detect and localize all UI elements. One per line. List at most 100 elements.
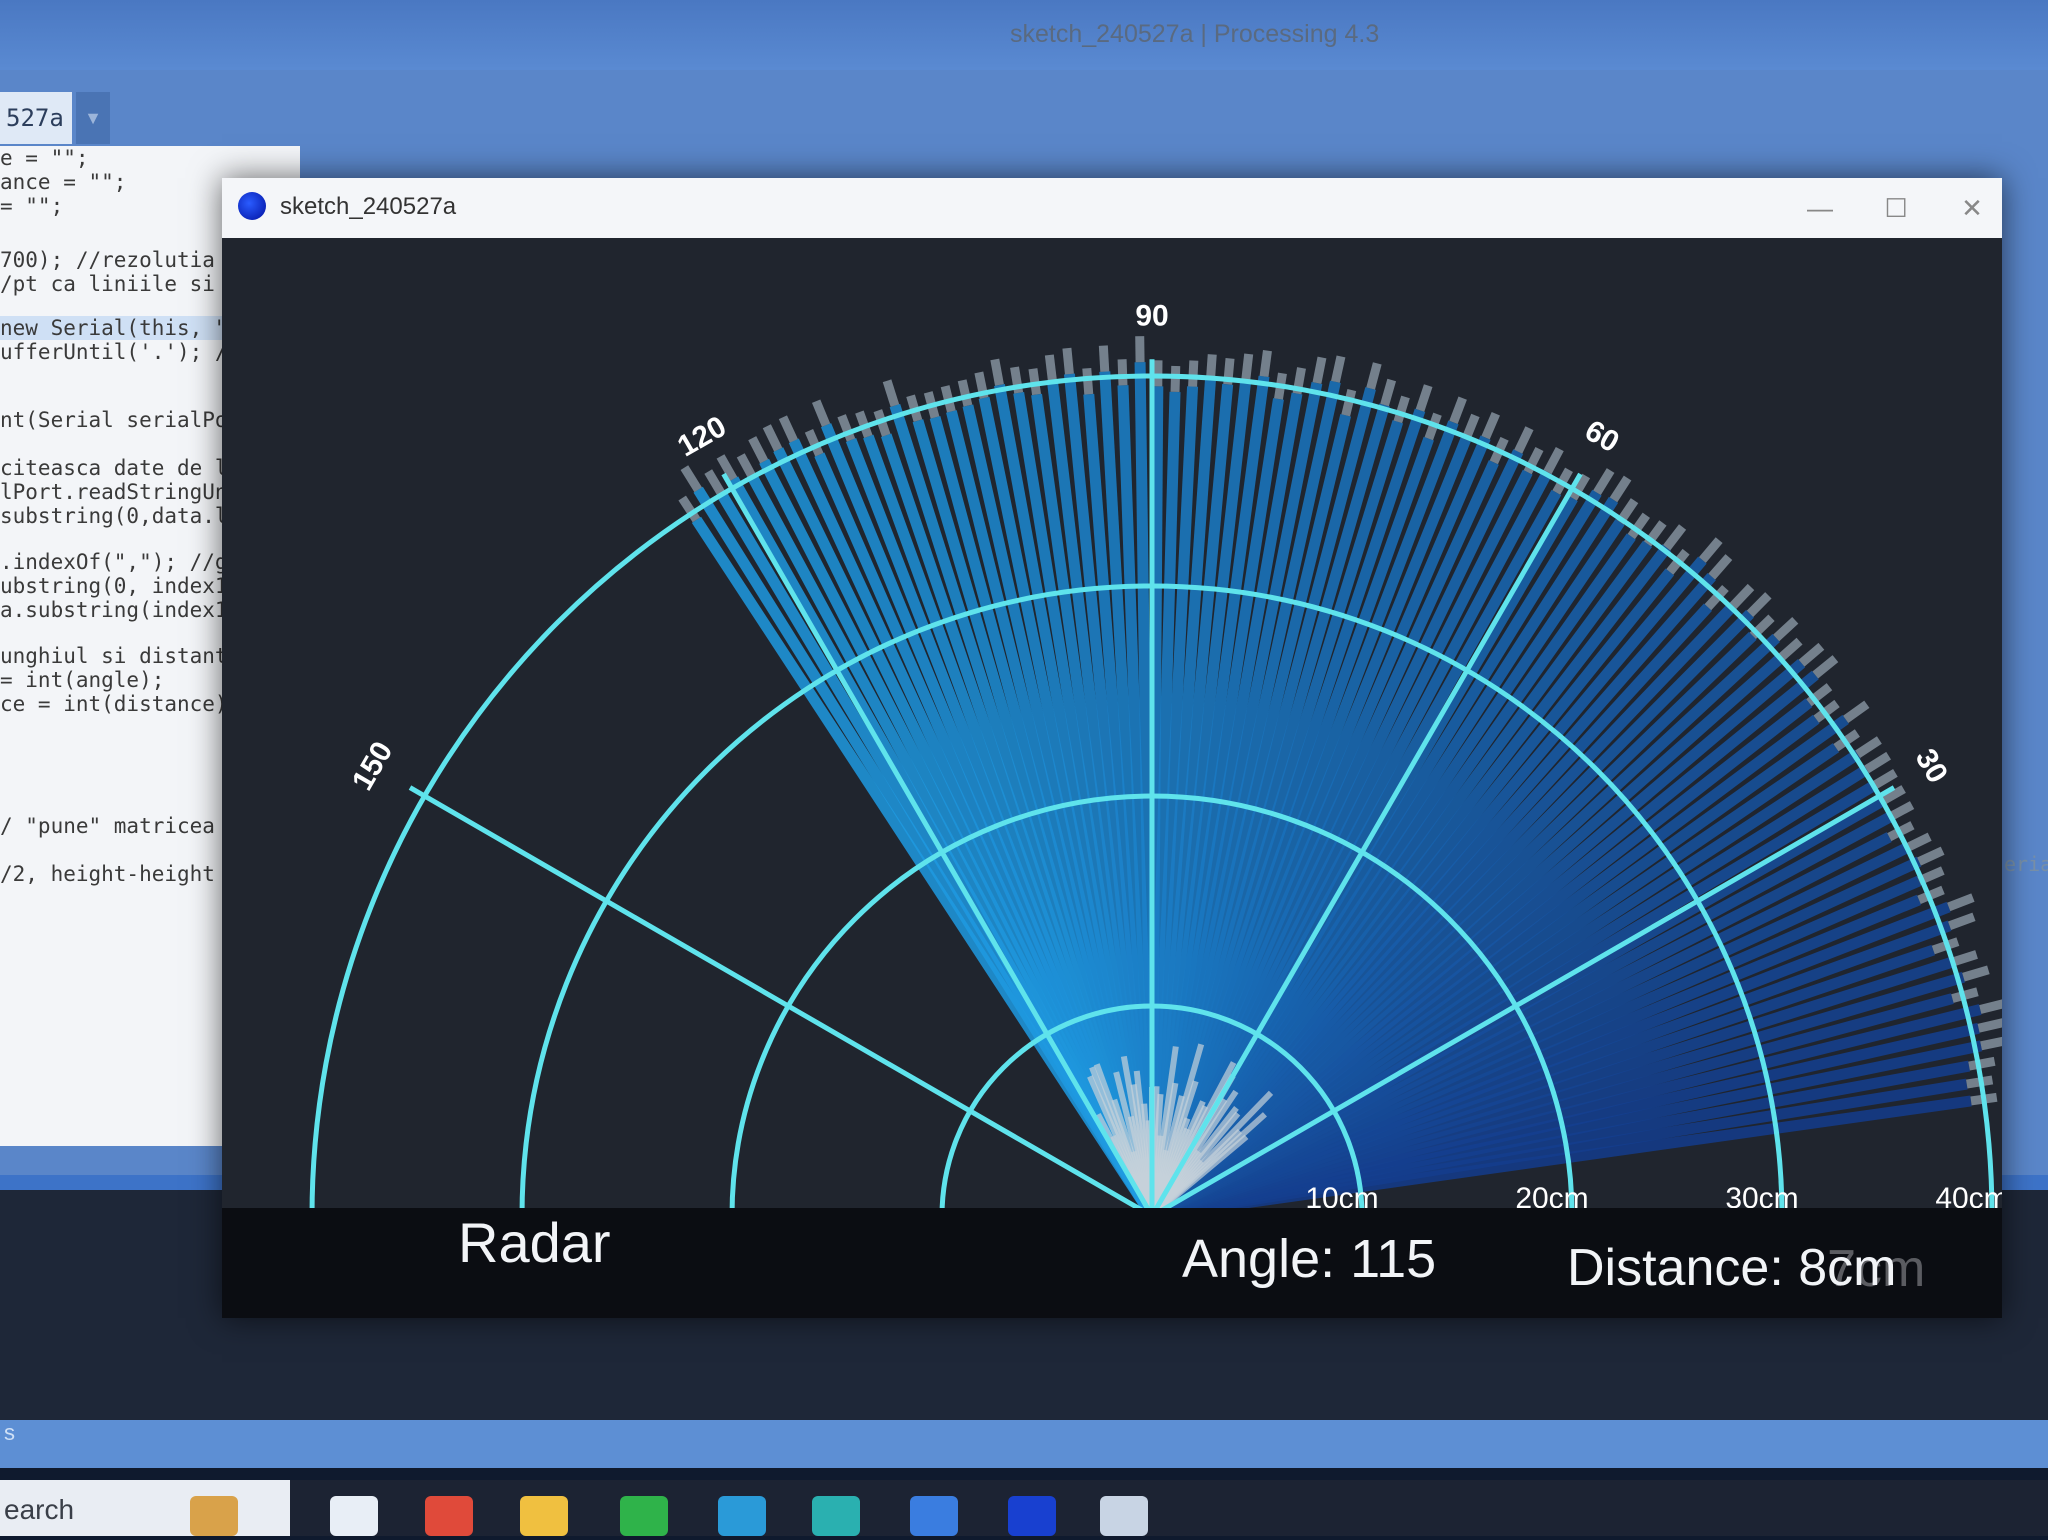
angle-label: 60	[1579, 414, 1624, 459]
sweep-tip	[1858, 740, 1880, 754]
code-line: nt(Serial serialPort	[0, 408, 253, 432]
ide-side-text: eria	[2004, 852, 2048, 876]
sweep-tip	[1175, 366, 1176, 392]
sweep-tip	[1548, 449, 1560, 472]
minimize-button[interactable]: —	[1790, 186, 1850, 230]
sweep-tip	[1979, 1022, 2002, 1028]
radar-display: 30609012015010cm20cm30cm40cm	[222, 238, 2002, 1318]
sweep-tip	[752, 438, 764, 461]
code-line: a.substring(index1+	[0, 598, 240, 622]
sweep-tip	[783, 417, 794, 441]
sweep-tip	[1122, 359, 1123, 385]
sweep-tip	[1103, 346, 1104, 372]
code-line: ubstring(0, index1)	[0, 574, 240, 598]
edge-icon[interactable]	[718, 1496, 766, 1536]
code-line: /2, height-height	[0, 862, 215, 886]
sweep-tip	[1846, 704, 1867, 719]
sweep-tip	[1335, 356, 1341, 381]
radar-canvas: 30609012015010cm20cm30cm40cm Radar Angle…	[222, 238, 2002, 1318]
sweep-tip	[1317, 358, 1322, 384]
distance-unit-stack: cm7cm	[1827, 1239, 1896, 1297]
sweep-tip	[1264, 351, 1267, 377]
sweep-tip	[1981, 1041, 2002, 1046]
angle-label: 30	[1909, 743, 1954, 788]
sweep-tip	[1453, 398, 1462, 422]
sweep-tip	[1873, 773, 1895, 786]
sweep-tip	[684, 468, 698, 490]
arduino-icon[interactable]	[812, 1496, 860, 1536]
close-button[interactable]: ✕	[1942, 186, 2002, 230]
sketch-window-title: sketch_240527a	[280, 193, 456, 221]
processing-logo-icon	[238, 192, 266, 220]
ide-window-title: sketch_240527a | Processing 4.3	[1010, 20, 1379, 49]
sweep-tip	[1906, 837, 1929, 848]
sweep-tip	[1950, 917, 1974, 926]
sweep-tip	[1614, 478, 1628, 500]
sweep-tip	[1049, 355, 1052, 381]
code-line: ance = "";	[0, 170, 126, 194]
whatsapp-icon[interactable]	[620, 1496, 668, 1536]
processing-icon[interactable]	[1008, 1496, 1056, 1536]
distance-ghost-text: 7cm	[1827, 1239, 1925, 1299]
code-line: e = "";	[0, 146, 89, 170]
sweep-tip	[1815, 659, 1835, 675]
code-line: / "pune" matricea	[0, 814, 215, 838]
chrome-icon[interactable]	[425, 1496, 473, 1536]
sweep-tip	[1087, 368, 1089, 394]
sweep-tip	[1420, 386, 1428, 411]
code-line: = int(angle);	[0, 668, 164, 692]
sweep-tip	[1371, 363, 1378, 388]
code-line: substring(0,data.len	[0, 504, 253, 528]
angle-readout: Angle: 115	[1182, 1228, 1436, 1290]
sweep-tip	[1518, 428, 1529, 451]
sweep-tip	[1802, 646, 1822, 663]
code-line: citeasca date de la	[0, 456, 240, 480]
sweep-tip	[1733, 587, 1751, 606]
sketch-window: sketch_240527a — ☐ ✕ 30609012015010cm20c…	[222, 178, 2002, 1318]
angle-label: 90	[1135, 300, 1168, 333]
code-line: = "";	[0, 194, 63, 218]
sweep-tip	[1667, 527, 1683, 548]
code-line: new Serial(this, "CO	[0, 316, 253, 340]
sweep-tip	[1193, 361, 1194, 387]
sweep-tip	[1712, 557, 1729, 577]
sweep-tip	[1597, 471, 1611, 493]
tab-dropdown-icon[interactable]: ▼	[76, 92, 110, 144]
ide-titlebar: sketch_240527a | Processing 4.3	[0, 0, 2048, 70]
distance-value: Distance: 8	[1567, 1239, 1827, 1297]
sweep-tip	[1952, 954, 1977, 962]
sweep-tip	[1949, 898, 1973, 907]
sweep-tip	[1750, 595, 1768, 613]
file-explorer-icon[interactable]	[520, 1496, 568, 1536]
sweep-tip	[887, 381, 895, 406]
code-line: .indexOf(","); //ga	[0, 550, 240, 574]
angle-label: 150	[346, 736, 400, 796]
sweep-tip	[1246, 354, 1249, 380]
app-window-icon[interactable]	[1100, 1496, 1148, 1536]
editor-tab[interactable]: 527a	[0, 92, 72, 144]
sketch-titlebar[interactable]: sketch_240527a — ☐ ✕	[222, 178, 2002, 239]
sweep-tip	[1486, 414, 1496, 438]
app-icon[interactable]	[910, 1496, 958, 1536]
distance-readout: Distance: 8cm7cm	[1567, 1238, 1896, 1298]
weather-icon[interactable]	[190, 1496, 238, 1536]
sweep-tip	[1385, 380, 1392, 405]
radar-title: Radar	[458, 1210, 611, 1275]
code-line: lPort.readStringUnti	[0, 480, 253, 504]
sweep-tip	[1867, 756, 1889, 770]
sweep-tip	[1780, 641, 1799, 658]
code-line: unghiul si distant	[0, 644, 228, 668]
sweep-tip	[1346, 390, 1352, 415]
sweep-tip	[767, 426, 778, 449]
sweep-tip	[1969, 1061, 1995, 1066]
sweep-tip	[816, 401, 826, 425]
taskbar-search-box[interactable]: earch	[0, 1480, 290, 1536]
sweep-tip	[1776, 620, 1795, 638]
task-view-icon[interactable]	[330, 1496, 378, 1536]
sweep-tip	[1067, 348, 1070, 374]
sweep-tip	[1980, 1003, 2002, 1009]
sweep-tip	[708, 472, 721, 494]
sweep-tip	[1702, 540, 1719, 560]
code-line: ce = int(distance)	[0, 692, 228, 716]
maximize-button[interactable]: ☐	[1866, 186, 1926, 230]
